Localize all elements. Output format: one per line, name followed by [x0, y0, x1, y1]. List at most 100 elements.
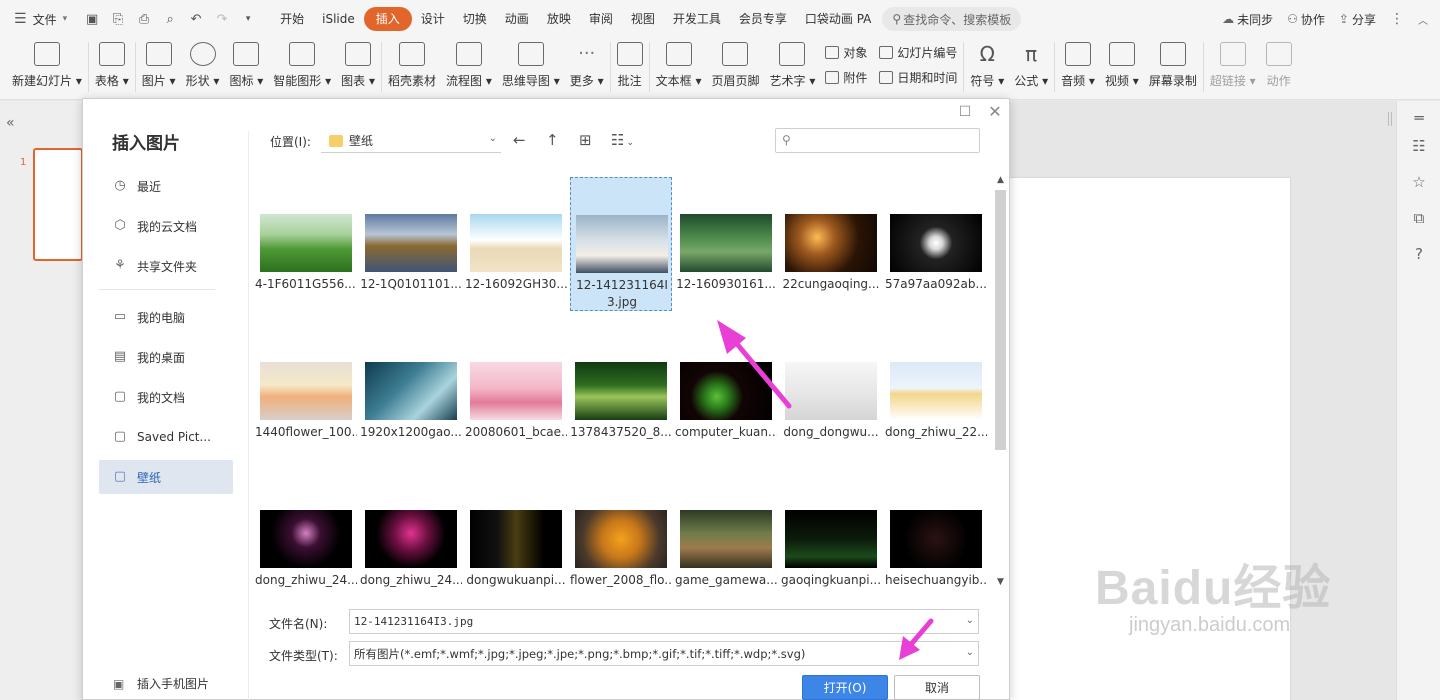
textbox-button[interactable]: 文本框 ▾ [656, 38, 701, 94]
date-time-button[interactable]: 日期和时间 [879, 67, 957, 89]
up-arrow-icon[interactable]: ↑ [546, 131, 559, 149]
tab-10[interactable]: 会员专享 [730, 7, 796, 31]
nav-item-shared-folder[interactable]: ⚘ 共享文件夹 [99, 249, 233, 283]
customize-chevron-icon[interactable]: ▾ [237, 7, 259, 31]
file-tile[interactable]: dong_zhiwu_24... [360, 473, 462, 607]
nav-item-saved-pictures[interactable]: ▢ Saved Pict... [99, 420, 233, 454]
tab-11[interactable]: 口袋动画 PA [796, 7, 881, 31]
export-icon[interactable]: ⎘ [107, 7, 129, 31]
print-preview-icon[interactable]: ⌕ [159, 7, 181, 31]
audio-button[interactable]: 音频 ▾ [1061, 38, 1095, 94]
screen-record-button[interactable]: 屏幕录制 [1149, 38, 1197, 94]
file-tile[interactable]: 57a97aa092ab... [885, 177, 987, 311]
pane-resize-handle[interactable] [1388, 112, 1392, 126]
share-button[interactable]: ⇪ 分享 [1339, 11, 1376, 28]
file-tile[interactable]: game_gamewa... [675, 473, 777, 607]
redo-icon[interactable]: ↷ [211, 7, 233, 31]
hyperlink-button[interactable]: 超链接 ▾ [1210, 38, 1256, 94]
file-grid-scrollbar[interactable]: ▲ ▼ [994, 175, 1007, 590]
file-tile[interactable]: 12-1Q0101101... [360, 177, 462, 311]
shape-button[interactable]: 形状 ▾ [186, 38, 219, 94]
file-menu[interactable]: ☰ 文件 ▾ [0, 11, 67, 28]
comment-button[interactable]: 批注 [616, 38, 643, 94]
nav-item-cloud-docs[interactable]: ⬡ 我的云文档 [99, 209, 233, 243]
tab-4[interactable]: 切换 [454, 7, 496, 31]
command-search[interactable]: ⚲ 查找命令、搜索模板 [882, 7, 1022, 31]
tab-2[interactable]: 插入 [363, 7, 412, 31]
location-dropdown[interactable]: 壁纸 ⌄ [321, 129, 501, 153]
save-icon[interactable]: ▣ [81, 7, 103, 31]
table-button[interactable]: 表格 ▾ [95, 38, 129, 94]
slide-thumbnail[interactable] [33, 148, 83, 261]
undo-icon[interactable]: ↶ [185, 7, 207, 31]
scroll-up-icon[interactable]: ▲ [994, 175, 1007, 185]
more-button[interactable]: ··· 更多 ▾ [570, 38, 604, 94]
file-search-input[interactable]: ⚲ [775, 128, 980, 153]
header-footer-button[interactable]: 页眉页脚 [711, 38, 759, 94]
open-button[interactable]: 打开(O) [802, 675, 888, 700]
wordart-button[interactable]: 艺术字 ▾ [769, 38, 815, 94]
tab-3[interactable]: 设计 [412, 7, 454, 31]
slide-number-button[interactable]: 幻灯片编号 [879, 42, 957, 64]
nav-item-wallpaper[interactable]: ▢ 壁纸 [99, 460, 233, 494]
file-tile[interactable]: dong_dongwu... [780, 325, 882, 459]
tab-1[interactable]: iSlide [313, 7, 364, 31]
icon-button[interactable]: 图标 ▾ [229, 38, 263, 94]
new-slide-button[interactable]: 新建幻灯片 ▾ [12, 38, 82, 94]
file-tile[interactable]: 1378437520_8... [570, 325, 672, 459]
nav-item-recent[interactable]: ◷ 最近 [99, 169, 233, 203]
scrollbar-thumb[interactable] [995, 190, 1006, 450]
file-tile[interactable]: dong_zhiwu_22... [885, 325, 987, 459]
transition-icon[interactable]: ⧉ [1410, 209, 1428, 227]
tab-7[interactable]: 审阅 [580, 7, 622, 31]
attachment-button[interactable]: 附件 [825, 67, 867, 89]
help-icon[interactable]: ? [1410, 245, 1428, 263]
more-options-icon[interactable]: ⋮ [1390, 11, 1404, 27]
file-tile[interactable]: 20080601_bcae... [465, 325, 567, 459]
tab-0[interactable]: 开始 [271, 7, 313, 31]
new-folder-icon[interactable]: ⊞ [579, 131, 592, 149]
properties-icon[interactable]: ☷ [1410, 137, 1428, 155]
object-button[interactable]: 对象 [825, 42, 867, 64]
tab-9[interactable]: 开发工具 [664, 7, 730, 31]
scroll-down-icon[interactable]: ▼ [994, 577, 1007, 587]
tab-6[interactable]: 放映 [538, 7, 580, 31]
collab-button[interactable]: ⚇ 协作 [1287, 11, 1325, 28]
file-tile[interactable]: 1440flower_100... [255, 325, 357, 459]
file-tile[interactable]: 4-1F6011G556.... [255, 177, 357, 311]
file-tile[interactable]: 1920x1200gao... [360, 325, 462, 459]
file-tile[interactable]: 22cungaoqing... [780, 177, 882, 311]
mindmap-button[interactable]: 思维导图 ▾ [502, 38, 560, 94]
video-button[interactable]: 视频 ▾ [1105, 38, 1139, 94]
nav-item-my-computer[interactable]: ▭ 我的电脑 [99, 300, 233, 334]
file-tile[interactable]: gaoqingkuanpi... [780, 473, 882, 607]
file-tile[interactable]: 12-16092GH30... [465, 177, 567, 311]
chevron-down-icon[interactable]: ⌄ [966, 615, 974, 626]
file-tile[interactable]: dongwukuanpi... [465, 473, 567, 607]
material-button[interactable]: 稻壳素材 [388, 38, 436, 94]
maximize-icon[interactable]: ☐ [956, 103, 974, 121]
close-icon[interactable]: ✕ [986, 103, 1004, 121]
file-tile[interactable]: flower_2008_flo... [570, 473, 672, 607]
view-mode-icon[interactable]: ☷ ⌄ [611, 131, 634, 149]
filename-field[interactable]: 12-141231164I3.jpg ⌄ [349, 609, 979, 634]
sync-status[interactable]: ☁ 未同步 [1222, 11, 1273, 28]
formula-button[interactable]: π 公式 ▾ [1014, 38, 1048, 94]
picture-button[interactable]: 图片 ▾ [142, 38, 176, 94]
print-icon[interactable]: ⎙ [133, 7, 155, 31]
filetype-select[interactable]: 所有图片(*.emf;*.wmf;*.jpg;*.jpeg;*.jpe;*.pn… [349, 641, 979, 666]
collapse-pane-icon[interactable]: « [6, 115, 15, 131]
action-button[interactable]: 动作 [1265, 38, 1292, 94]
file-tile[interactable]: 12-160930161... [675, 177, 777, 311]
flowchart-button[interactable]: 流程图 ▾ [446, 38, 492, 94]
file-tile-selected[interactable]: 12-141231164I3.jpg [570, 177, 672, 311]
insert-phone-picture-button[interactable]: ▣ 插入手机图片 [113, 675, 209, 692]
tab-5[interactable]: 动画 [496, 7, 538, 31]
nav-item-documents[interactable]: ▢ 我的文档 [99, 380, 233, 414]
nav-item-desktop[interactable]: ▤ 我的桌面 [99, 340, 233, 374]
cancel-button[interactable]: 取消 [894, 675, 980, 700]
file-tile[interactable]: computer_kuan... [675, 325, 777, 459]
back-arrow-icon[interactable]: ← [513, 131, 526, 149]
file-tile[interactable]: heisechuangyib... [885, 473, 987, 607]
smart-graphic-button[interactable]: 智能图形 ▾ [273, 38, 331, 94]
